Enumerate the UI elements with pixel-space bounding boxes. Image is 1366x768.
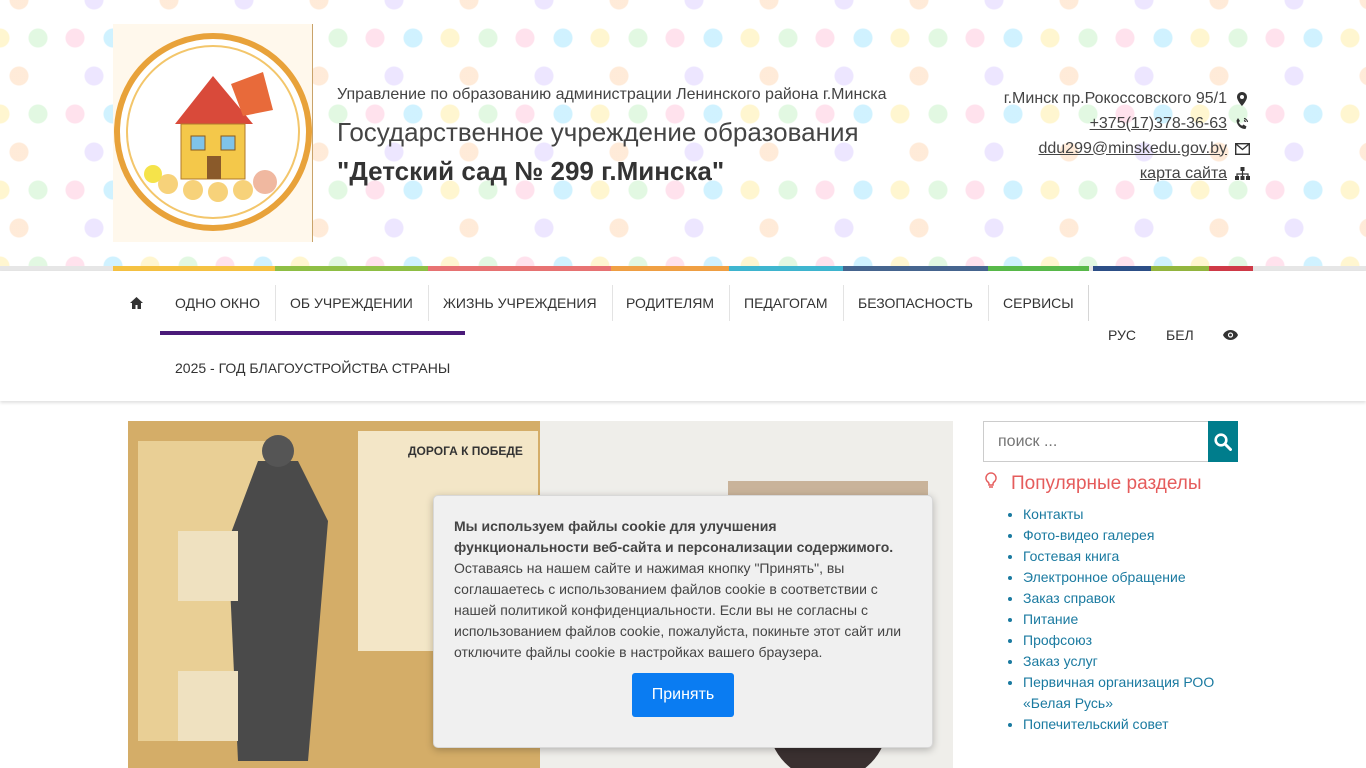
photo-caption: ДОРОГА К ПОБЕДЕ — [408, 444, 523, 458]
nav-item-about[interactable]: ОБ УЧРЕЖДЕНИИ — [275, 285, 429, 321]
popular-sections-title: Популярные разделы — [1011, 472, 1202, 494]
phone-volume-icon — [1234, 117, 1250, 131]
site-logo[interactable] — [113, 24, 313, 242]
popular-link-gallery[interactable]: Фото-видео галерея — [1023, 527, 1154, 543]
nav-item-security[interactable]: БЕЗОПАСНОСТЬ — [843, 285, 989, 321]
list-item: Гостевая книга — [1023, 546, 1245, 567]
popular-sections-heading: Популярные разделы — [985, 472, 1202, 495]
home-icon — [129, 297, 143, 309]
nav-item-one-window[interactable]: ОДНО ОКНО — [160, 285, 276, 321]
accept-cookies-button[interactable]: Принять — [632, 673, 734, 717]
list-item: Контакты — [1023, 504, 1245, 525]
nav-item-teachers[interactable]: ПЕДАГОГАМ — [729, 285, 844, 321]
address-row: г.Минск пр.Рокоссовского 95/1 — [1004, 86, 1250, 111]
popular-link-union[interactable]: Профсоюз — [1023, 632, 1092, 648]
org-name-line1: Государственное учреждение образования — [337, 117, 859, 147]
email-link[interactable]: ddu299@minskedu.gov.by — [1038, 140, 1227, 158]
popular-link-nutrition[interactable]: Питание — [1023, 611, 1078, 627]
nav-divider — [1088, 285, 1089, 321]
list-item: Фото-видео галерея — [1023, 525, 1245, 546]
lightbulb-icon — [985, 472, 1001, 495]
popular-link-guestbook[interactable]: Гостевая книга — [1023, 548, 1119, 564]
home-button[interactable] — [123, 285, 149, 321]
nav-item-services[interactable]: СЕРВИСЫ — [988, 285, 1089, 321]
popular-link-certificates[interactable]: Заказ справок — [1023, 590, 1115, 606]
email-row: ddu299@minskedu.gov.by — [1004, 136, 1250, 161]
list-item: Электронное обращение — [1023, 567, 1245, 588]
envelope-icon — [1234, 142, 1250, 155]
list-item: Попечительский совет — [1023, 714, 1245, 735]
cookie-consent-dialog: Мы используем файлы cookie для улучшения… — [433, 495, 933, 748]
list-item: Первичная организация РОО «Белая Русь» — [1023, 672, 1245, 714]
accessibility-button[interactable] — [1223, 318, 1238, 352]
popular-link-contacts[interactable]: Контакты — [1023, 506, 1083, 522]
popular-link-e-appeal[interactable]: Электронное обращение — [1023, 569, 1186, 585]
nav-item-parents[interactable]: РОДИТЕЛЯМ — [611, 285, 731, 321]
nav-item-year-2025[interactable]: 2025 - ГОД БЛАГОУСТРОЙСТВА СТРАНЫ — [160, 350, 465, 386]
org-name-line2: "Детский сад № 299 г.Минска" — [337, 156, 725, 186]
search-input[interactable] — [983, 421, 1208, 462]
org-title-block: Управление по образованию администрации … — [337, 86, 887, 187]
lang-ru-link[interactable]: РУС — [1108, 318, 1136, 352]
list-item: Питание — [1023, 609, 1245, 630]
department-name: Управление по образованию администрации … — [337, 86, 887, 103]
sitemap-row: карта сайта — [1004, 161, 1250, 186]
active-nav-indicator — [160, 331, 465, 335]
popular-link-board[interactable]: Попечительский совет — [1023, 716, 1169, 732]
search-icon — [1214, 432, 1232, 451]
list-item: Профсоюз — [1023, 630, 1245, 651]
popular-sections-list: Контакты Фото-видео галерея Гостевая кни… — [1005, 504, 1245, 735]
sitemap-icon — [1234, 167, 1250, 180]
list-item: Заказ справок — [1023, 588, 1245, 609]
address-text: г.Минск пр.Рокоссовского 95/1 — [1003, 89, 1227, 107]
lang-by-link[interactable]: БЕЛ — [1166, 318, 1194, 352]
phone-link[interactable]: +375(17)378-36-63 — [1090, 115, 1227, 133]
cookie-heading: Мы используем файлы cookie для улучшения… — [454, 518, 894, 555]
sitemap-link[interactable]: карта сайта — [1140, 165, 1227, 183]
list-item: Заказ услуг — [1023, 651, 1245, 672]
header-contacts: г.Минск пр.Рокоссовского 95/1 +375(17)37… — [1004, 86, 1250, 186]
map-marker-icon — [1234, 91, 1250, 106]
popular-link-belaya-rus[interactable]: Первичная организация РОО «Белая Русь» — [1023, 674, 1214, 711]
popular-link-services-order[interactable]: Заказ услуг — [1023, 653, 1098, 669]
phone-row: +375(17)378-36-63 — [1004, 111, 1250, 136]
search-button[interactable] — [1208, 421, 1238, 462]
cookie-body-text: Оставаясь на нашем сайте и нажимая кнопк… — [454, 560, 902, 660]
eye-icon — [1223, 330, 1238, 340]
nav-item-life[interactable]: ЖИЗНЬ УЧРЕЖДЕНИЯ — [428, 285, 613, 321]
